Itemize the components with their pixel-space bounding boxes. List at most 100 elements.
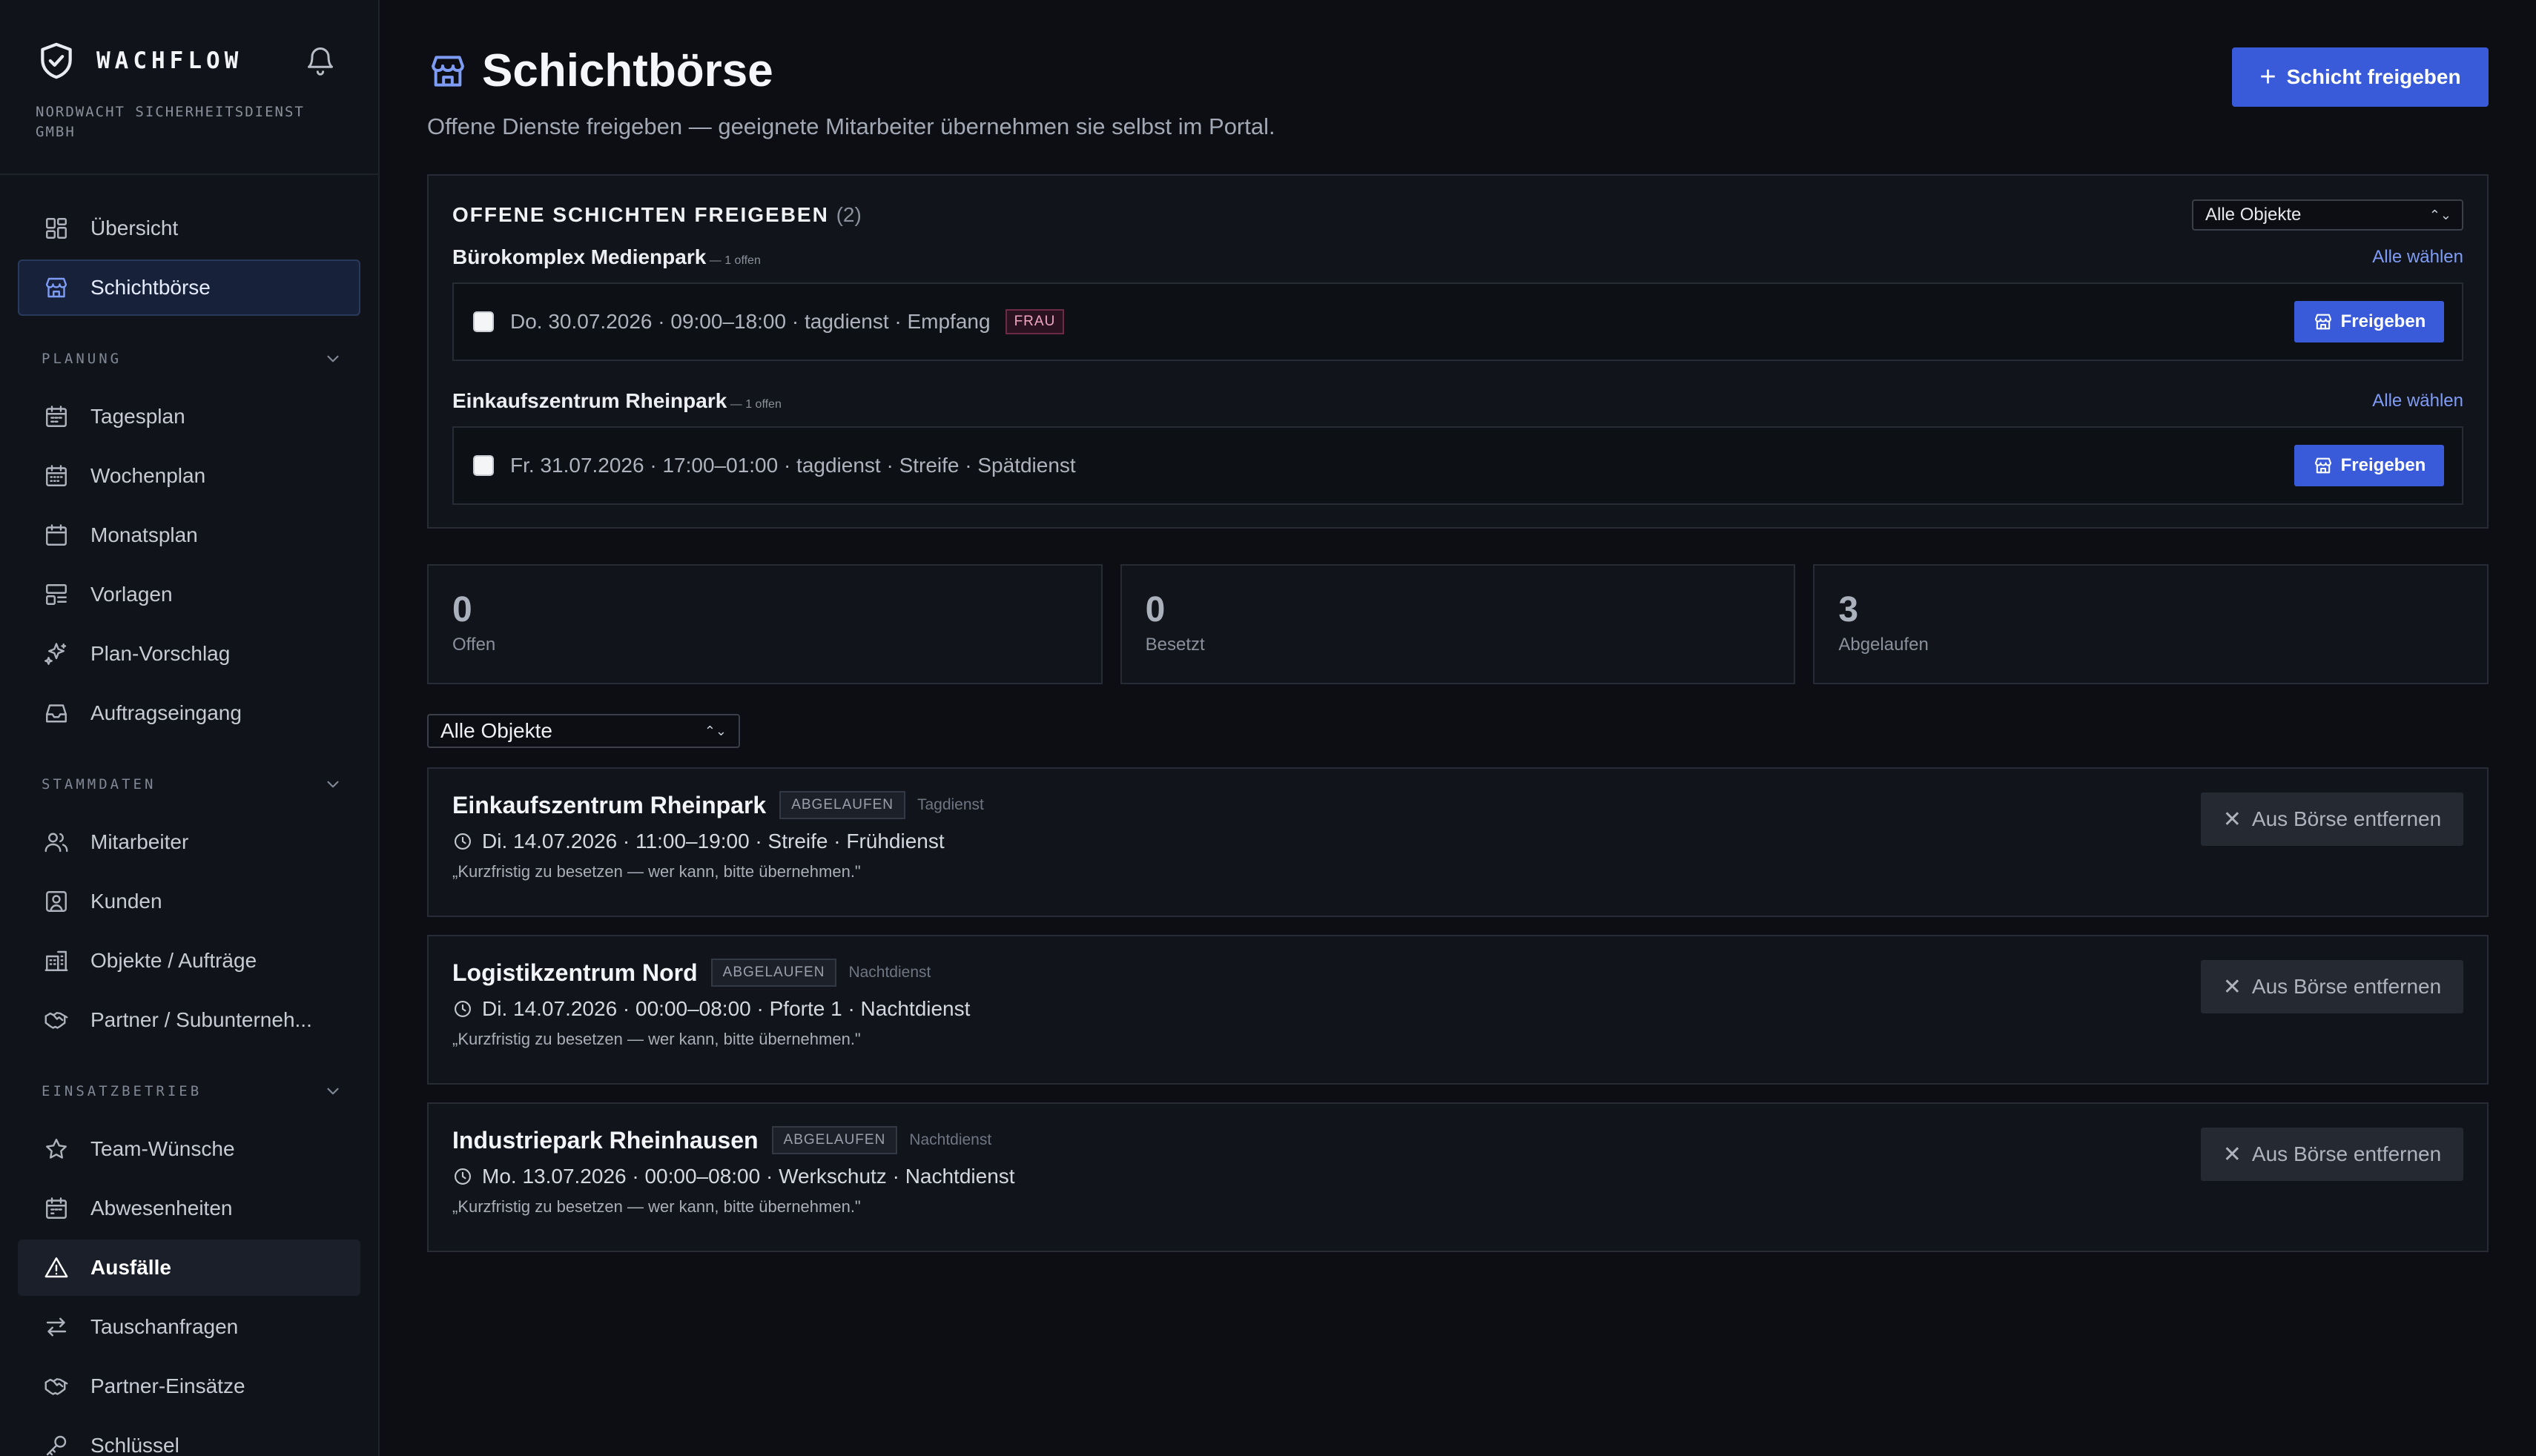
sidebar-item-label: Wochenplan bbox=[90, 464, 206, 487]
page-subtitle: Offene Dienste freigeben — geeignete Mit… bbox=[427, 113, 1275, 139]
swap-icon bbox=[46, 1317, 67, 1337]
remove-button-label: Aus Börse entfernen bbox=[2251, 807, 2442, 830]
sidebar-item-label: Abwesenheiten bbox=[90, 1197, 233, 1220]
template-icon bbox=[46, 584, 67, 605]
object-filter-select-panel[interactable]: Alle Objekte ⌃⌄ bbox=[2192, 199, 2463, 231]
sidebar-item-2-3[interactable]: Tauschanfragen bbox=[18, 1299, 360, 1355]
requirement-tag: FRAU bbox=[1005, 309, 1065, 334]
remove-button-label: Aus Börse entfernen bbox=[2251, 975, 2442, 998]
sidebar-item-label: Ausfälle bbox=[90, 1256, 171, 1279]
object-filter-value: Alle Objekte bbox=[2205, 205, 2302, 225]
sidebar-item-2-0[interactable]: Team-Wünsche bbox=[18, 1121, 360, 1177]
release-button-label: Freigeben bbox=[2340, 311, 2426, 331]
open-shifts-panel: OFFENE SCHICHTEN FREIGEBEN (2) Alle Obje… bbox=[427, 174, 2489, 529]
object-filter-select[interactable]: Alle Objekte ⌃⌄ bbox=[427, 714, 740, 748]
remove-from-board-button[interactable]: ✕ Aus Börse entfernen bbox=[2201, 960, 2463, 1013]
plus-icon: + bbox=[2259, 61, 2276, 93]
select-all-link[interactable]: Alle wählen bbox=[2372, 247, 2463, 268]
stat-card: 0 Offen bbox=[427, 564, 1103, 684]
clock-icon bbox=[455, 1001, 471, 1017]
sidebar-item-0-3[interactable]: Vorlagen bbox=[18, 566, 360, 623]
remove-from-board-button[interactable]: ✕ Aus Börse entfernen bbox=[2201, 792, 2463, 846]
shift-type: Nachtdienst bbox=[848, 964, 931, 981]
sidebar-item-2-4[interactable]: Partner-Einsätze bbox=[18, 1358, 360, 1414]
object-name: Bürokomplex Medienpark bbox=[452, 245, 707, 268]
sidebar-item-0-0[interactable]: Tagesplan bbox=[18, 388, 360, 445]
store-icon bbox=[46, 277, 67, 298]
sidebar-item-0-5[interactable]: Auftragseingang bbox=[18, 685, 360, 741]
sidebar-item-0-4[interactable]: Plan-Vorschlag bbox=[18, 626, 360, 682]
sidebar-section-title: EINSATZBETRIEB bbox=[42, 1083, 202, 1099]
sparkles-icon bbox=[44, 643, 67, 665]
sidebar-section-header[interactable]: PLANUNG bbox=[18, 329, 360, 388]
release-shift-button[interactable]: + Schicht freigeben bbox=[2232, 47, 2489, 107]
sidebar-section-header[interactable]: STAMMDATEN bbox=[18, 755, 360, 814]
stat-label: Abgelaufen bbox=[1838, 635, 1929, 655]
listing-title: Logistikzentrum Nord bbox=[452, 959, 698, 986]
sidebar-item-2-2[interactable]: Ausfälle bbox=[18, 1240, 360, 1296]
bell-icon[interactable] bbox=[304, 44, 337, 77]
select-chevron-icon: ⌃⌄ bbox=[2428, 207, 2451, 222]
key-icon bbox=[46, 1435, 67, 1456]
close-icon: ✕ bbox=[2222, 807, 2242, 832]
listing-list: Einkaufszentrum Rheinpark ABGELAUFEN Tagdi… bbox=[427, 767, 2489, 1252]
shift-details: Fr. 31.07.2026 · 17:00–01:00 · tagdienst… bbox=[510, 454, 1076, 477]
chevron-down-icon bbox=[327, 355, 339, 363]
sidebar-item-1-0[interactable]: Mitarbeiter bbox=[18, 814, 360, 870]
status-badge: ABGELAUFEN bbox=[710, 959, 837, 987]
stat-label: Besetzt bbox=[1145, 635, 1205, 655]
panel-count: (2) bbox=[836, 203, 862, 226]
sidebar-item-1[interactable]: Schichtbörse bbox=[18, 259, 360, 316]
listing-meta: Di. 14.07.2026 · 00:00–08:00 · Pforte 1 … bbox=[482, 997, 971, 1020]
sidebar-item-0-1[interactable]: Wochenplan bbox=[18, 448, 360, 504]
customer-icon bbox=[46, 891, 67, 912]
chevron-down-icon bbox=[327, 1088, 339, 1095]
sidebar-item-1-1[interactable]: Kunden bbox=[18, 873, 360, 930]
users-icon bbox=[44, 833, 68, 853]
sidebar-item-label: Schichtbörse bbox=[90, 276, 211, 299]
listing-card: Einkaufszentrum Rheinpark ABGELAUFEN Tagdi… bbox=[427, 767, 2489, 917]
app-name: WACHFLOW bbox=[96, 47, 243, 74]
stat-card: 3 Abgelaufen bbox=[1813, 564, 2489, 684]
listing-card: Industriepark Rheinhausen ABGELAUFEN Nacht… bbox=[427, 1102, 2489, 1252]
calendar-day-icon bbox=[46, 406, 67, 427]
calendar-week-icon bbox=[46, 465, 67, 486]
select-all-link[interactable]: Alle wählen bbox=[2372, 391, 2463, 411]
shift-type: Nachtdienst bbox=[909, 1131, 992, 1148]
shift-row: Do. 30.07.2026 · 09:00–18:00 · tagdienst… bbox=[452, 282, 2463, 361]
object-group-header: Bürokomplex Medienpark — 1 offen Alle wäh… bbox=[452, 241, 2463, 274]
sidebar-nav: Übersicht Schichtbörse PLANUNG Tagesplan Woc… bbox=[0, 175, 378, 1456]
dashboard-icon bbox=[46, 218, 67, 239]
page-title: Schichtbörse bbox=[482, 45, 773, 96]
remove-from-board-button[interactable]: ✕ Aus Börse entfernen bbox=[2201, 1128, 2463, 1181]
listing-title: Industriepark Rheinhausen bbox=[452, 1126, 759, 1154]
release-button[interactable]: Freigeben bbox=[2294, 301, 2444, 343]
sidebar-item-label: Objekte / Aufträge bbox=[90, 949, 257, 972]
panel-title-text: OFFENE SCHICHTEN FREIGEBEN bbox=[452, 203, 829, 226]
sidebar-item-0[interactable]: Übersicht bbox=[18, 200, 360, 257]
sidebar-item-2-1[interactable]: Abwesenheiten bbox=[18, 1180, 360, 1237]
listing-meta: Di. 14.07.2026 · 11:00–19:00 · Streife ·… bbox=[482, 830, 945, 853]
sidebar-item-label: Vorlagen bbox=[90, 583, 173, 606]
shift-checkbox[interactable] bbox=[473, 455, 494, 476]
sidebar-item-label: Schlüssel bbox=[90, 1434, 179, 1456]
sidebar-section-header[interactable]: EINSATZBETRIEB bbox=[18, 1062, 360, 1121]
close-icon: ✕ bbox=[2222, 974, 2242, 999]
sidebar-item-0-2[interactable]: Monatsplan bbox=[18, 507, 360, 563]
listing-note: „Kurzfristig zu besetzen — wer kann, bit… bbox=[452, 862, 861, 881]
sidebar-item-1-3[interactable]: Partner / Subunterneh... bbox=[18, 992, 360, 1048]
sidebar-item-2-5[interactable]: Schlüssel bbox=[18, 1417, 360, 1456]
listing-meta: Mo. 13.07.2026 · 00:00–08:00 · Werkschut… bbox=[482, 1165, 1015, 1188]
sidebar-item-label: Monatsplan bbox=[90, 523, 198, 546]
sidebar-item-label: Mitarbeiter bbox=[90, 830, 189, 853]
sidebar: WACHFLOW NORDWACHT SICHERHEITSDIENST GMB… bbox=[0, 0, 380, 1456]
sidebar-item-1-2[interactable]: Objekte / Aufträge bbox=[18, 933, 360, 989]
listing-card: Logistikzentrum Nord ABGELAUFEN Nachtdiens… bbox=[427, 935, 2489, 1085]
release-button[interactable]: Freigeben bbox=[2294, 445, 2444, 486]
panel-title: OFFENE SCHICHTEN FREIGEBEN (2) bbox=[452, 203, 862, 227]
sidebar-item-label: Partner / Subunterneh... bbox=[90, 1008, 312, 1031]
star-icon bbox=[46, 1139, 67, 1159]
status-badge: ABGELAUFEN bbox=[779, 791, 905, 819]
sidebar-item-label: Plan-Vorschlag bbox=[90, 642, 231, 665]
shift-checkbox[interactable] bbox=[473, 311, 494, 332]
